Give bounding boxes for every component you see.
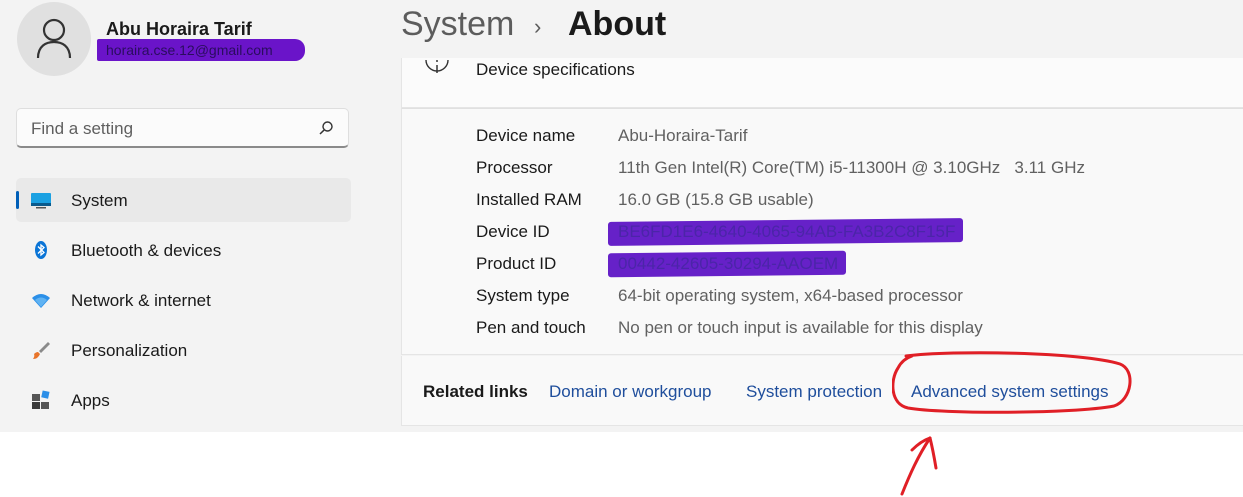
search-box[interactable]: Find a setting — [16, 108, 349, 148]
spec-row: Device ID BE6FD1E6-4640-4065-94AB-FA3B2C… — [476, 222, 955, 246]
search-icon[interactable] — [318, 120, 334, 136]
bluetooth-icon — [35, 241, 47, 259]
spec-value: 00442-42605-30294-AAOEM — [618, 254, 839, 273]
wifi-icon — [32, 294, 50, 308]
spec-label: System type — [476, 286, 570, 305]
product-id-value-redacted: 00442-42605-30294-AAOEM — [618, 254, 838, 273]
spec-value: 64-bit operating system, x64-based proce… — [618, 286, 963, 305]
system-icon — [31, 193, 51, 209]
related-links-label: Related links — [423, 382, 528, 401]
info-icon — [425, 59, 449, 73]
spec-label: Pen and touch — [476, 318, 586, 337]
spec-label: Device ID — [476, 222, 550, 241]
device-id-value-redacted: BE6FD1E6-4640-4065-94AB-FA3B2C8F15F — [618, 222, 955, 241]
apps-icon — [32, 390, 50, 409]
sidebar-item-network[interactable]: Network & internet — [16, 278, 351, 322]
sidebar-item-label: Apps — [71, 391, 110, 410]
spec-label: Device name — [476, 126, 576, 145]
annotation-arrow-icon — [900, 436, 938, 496]
brush-icon — [33, 342, 50, 359]
search-input[interactable]: Find a setting — [31, 119, 133, 139]
spec-label: Installed RAM — [476, 190, 582, 209]
spec-value: 16.0 GB (15.8 GB usable) — [618, 190, 814, 209]
annotation-ellipse — [892, 351, 1132, 414]
system-protection-link[interactable]: System protection — [746, 382, 882, 402]
chevron-right-icon: › — [534, 14, 542, 39]
spec-label: Product ID — [476, 254, 557, 273]
spec-value: Abu-Horaira-Tarif — [618, 126, 748, 145]
spec-row: Product ID 00442-42605-30294-AAOEM — [476, 254, 838, 278]
card-title: Device specifications — [476, 60, 635, 79]
active-indicator — [16, 191, 19, 209]
sidebar-item-system[interactable]: System — [16, 178, 351, 222]
sidebar-item-label: System — [71, 191, 128, 210]
breadcrumb-parent[interactable]: System — [401, 5, 514, 44]
sidebar-item-label: Bluetooth & devices — [71, 241, 222, 260]
page-title: About — [568, 5, 667, 43]
user-email: horaira.cse.12@gmail.com — [106, 42, 273, 58]
sidebar-item-apps[interactable]: Apps — [16, 378, 351, 422]
sidebar-item-label: Network & internet — [71, 291, 211, 310]
user-name: Abu Horaira Tarif — [106, 19, 252, 39]
person-icon — [36, 18, 72, 59]
domain-workgroup-link[interactable]: Domain or workgroup — [549, 382, 712, 402]
settings-window: Abu Horaira Tarif horaira.cse.12@gmail.c… — [0, 0, 1243, 432]
spec-label: Processor — [476, 158, 553, 177]
spec-value: BE6FD1E6-4640-4065-94AB-FA3B2C8F15F — [618, 222, 956, 241]
device-specifications-header[interactable]: Device specifications — [401, 58, 1243, 108]
device-specifications-list: Device name Abu-Horaira-Tarif Processor … — [401, 108, 1243, 355]
spec-value: No pen or touch input is available for t… — [618, 318, 983, 337]
spec-value: 11th Gen Intel(R) Core(TM) i5-11300H @ 3… — [618, 158, 1085, 177]
sidebar-item-personalization[interactable]: Personalization — [16, 328, 351, 372]
sidebar-item-label: Personalization — [71, 341, 188, 360]
avatar[interactable] — [17, 2, 91, 76]
sidebar-item-bluetooth[interactable]: Bluetooth & devices — [16, 228, 351, 272]
